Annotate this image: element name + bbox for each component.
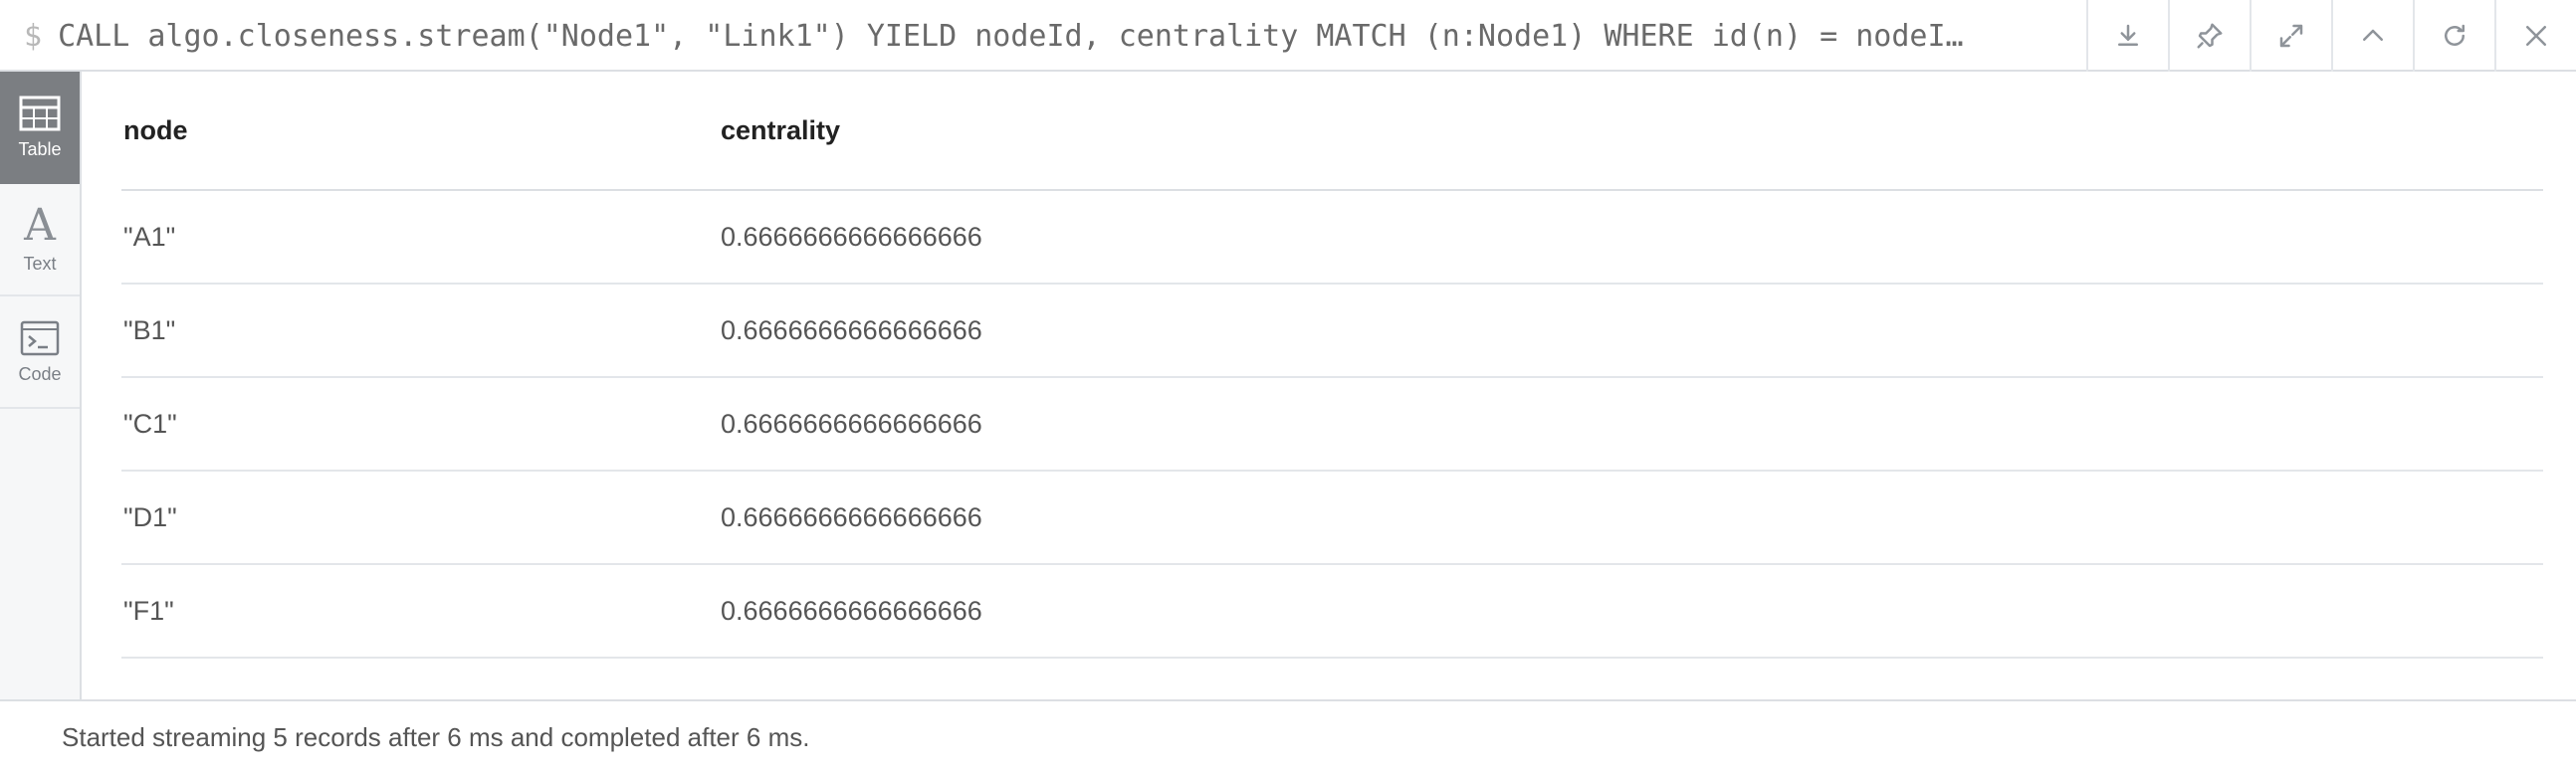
- download-button[interactable]: [2086, 0, 2168, 72]
- sidebar-item-label: Code: [18, 364, 62, 384]
- cell-node: "D1": [123, 501, 177, 532]
- rerun-button[interactable]: [2413, 0, 2494, 72]
- column-header-centrality: centrality: [721, 114, 841, 145]
- expand-button[interactable]: [2250, 0, 2331, 72]
- close-icon: [2526, 26, 2546, 46]
- cell-node: "B1": [123, 314, 176, 345]
- sidebar-item-table[interactable]: Table: [0, 72, 80, 184]
- query-editor[interactable]: $ CALL algo.closeness.stream("Node1", "L…: [24, 0, 2094, 72]
- sidebar-item-label: Text: [23, 254, 57, 274]
- cell-node: "C1": [123, 408, 177, 439]
- sidebar-item-code[interactable]: Code: [0, 296, 80, 409]
- cell-centrality: 0.6666666666666666: [721, 221, 982, 252]
- close-button[interactable]: [2494, 0, 2576, 72]
- expand-icon: [2279, 24, 2303, 48]
- status-bar: Started streaming 5 records after 6 ms a…: [0, 699, 2576, 774]
- result-panel: node centrality "A1" 0.6666666666666666 …: [82, 72, 2576, 701]
- view-sidebar: Table A Text Code: [0, 72, 82, 701]
- collapse-button[interactable]: [2331, 0, 2413, 72]
- table-row: "D1" 0.6666666666666666: [121, 472, 2543, 565]
- frame-toolbar: [2086, 0, 2576, 72]
- cell-centrality: 0.6666666666666666: [721, 501, 982, 532]
- collapse-up-icon: [2363, 29, 2383, 41]
- query-header: $ CALL algo.closeness.stream("Node1", "L…: [0, 0, 2576, 72]
- column-header-node: node: [123, 114, 188, 145]
- pin-button[interactable]: [2168, 0, 2250, 72]
- sidebar-item-label: Table: [18, 139, 62, 159]
- refresh-icon: [2445, 24, 2465, 46]
- cell-centrality: 0.6666666666666666: [721, 595, 982, 626]
- result-table: node centrality "A1" 0.6666666666666666 …: [121, 72, 2543, 659]
- prompt-symbol: $: [24, 18, 43, 54]
- download-icon: [2118, 24, 2138, 46]
- table-row: "C1" 0.6666666666666666: [121, 378, 2543, 472]
- table-row: "F1" 0.6666666666666666: [121, 565, 2543, 659]
- pin-icon: [2197, 23, 2223, 49]
- cell-centrality: 0.6666666666666666: [721, 314, 982, 345]
- query-text[interactable]: CALL algo.closeness.stream("Node1", "Lin…: [58, 19, 1964, 54]
- table-header: node centrality: [121, 72, 2543, 191]
- cell-node: "F1": [123, 595, 174, 626]
- cell-centrality: 0.6666666666666666: [721, 408, 982, 439]
- sidebar-item-text[interactable]: A Text: [0, 184, 80, 296]
- table-icon: [19, 96, 61, 131]
- cell-node: "A1": [123, 221, 176, 252]
- table-row: "B1" 0.6666666666666666: [121, 285, 2543, 378]
- status-text: Started streaming 5 records after 6 ms a…: [62, 722, 810, 752]
- table-row: "A1" 0.6666666666666666: [121, 191, 2543, 285]
- code-icon: [20, 320, 60, 356]
- text-icon: A: [24, 200, 56, 251]
